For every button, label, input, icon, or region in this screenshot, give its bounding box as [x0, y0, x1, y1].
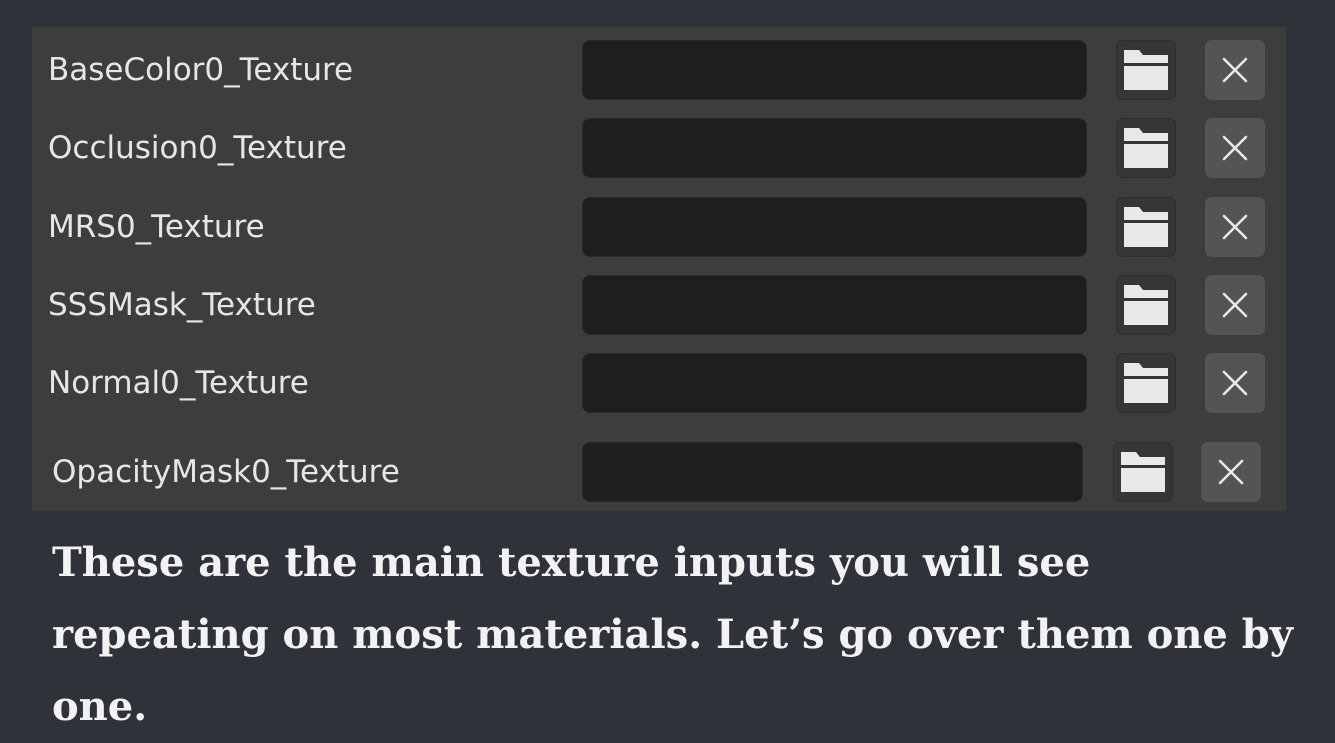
texture-path-field[interactable]: [582, 353, 1087, 413]
texture-label: Occlusion0_Texture: [48, 130, 347, 166]
close-icon: [1218, 459, 1244, 485]
texture-label: Normal0_Texture: [48, 365, 309, 401]
folder-icon: [1124, 363, 1168, 403]
texture-row-basecolor: BaseColor0_Texture: [32, 40, 1286, 100]
caption-text: These are the main texture inputs you wi…: [52, 539, 1294, 730]
texture-label: OpacityMask0_Texture: [52, 454, 400, 490]
texture-path-field[interactable]: [582, 442, 1083, 502]
texture-inputs-panel: BaseColor0_Texture Occlusion0_Texture MR…: [32, 27, 1286, 511]
texture-path-field[interactable]: [582, 197, 1087, 257]
clear-texture-button[interactable]: [1205, 275, 1265, 335]
texture-label: SSSMask_Texture: [48, 287, 316, 323]
texture-path-field[interactable]: [582, 40, 1087, 100]
texture-row-opacitymask: OpacityMask0_Texture: [32, 442, 1286, 502]
folder-icon: [1124, 207, 1168, 247]
browse-texture-button[interactable]: [1116, 40, 1176, 100]
texture-path-field[interactable]: [582, 275, 1087, 335]
clear-texture-button[interactable]: [1205, 118, 1265, 178]
browse-texture-button[interactable]: [1116, 353, 1176, 413]
browse-texture-button[interactable]: [1116, 275, 1176, 335]
clear-texture-button[interactable]: [1205, 40, 1265, 100]
folder-icon: [1121, 452, 1165, 492]
browse-texture-button[interactable]: [1116, 197, 1176, 257]
close-icon: [1222, 57, 1248, 83]
close-icon: [1222, 214, 1248, 240]
texture-label: MRS0_Texture: [48, 209, 265, 245]
texture-path-field[interactable]: [582, 118, 1087, 178]
texture-row-sssmask: SSSMask_Texture: [32, 275, 1286, 335]
folder-icon: [1124, 50, 1168, 90]
texture-row-mrs: MRS0_Texture: [32, 197, 1286, 257]
close-icon: [1222, 370, 1248, 396]
texture-row-normal: Normal0_Texture: [32, 353, 1286, 413]
texture-row-occlusion: Occlusion0_Texture: [32, 118, 1286, 178]
folder-icon: [1124, 285, 1168, 325]
folder-icon: [1124, 128, 1168, 168]
close-icon: [1222, 292, 1248, 318]
close-icon: [1222, 135, 1248, 161]
clear-texture-button[interactable]: [1201, 442, 1261, 502]
browse-texture-button[interactable]: [1116, 118, 1176, 178]
texture-label: BaseColor0_Texture: [48, 52, 354, 88]
clear-texture-button[interactable]: [1205, 353, 1265, 413]
clear-texture-button[interactable]: [1205, 197, 1265, 257]
browse-texture-button[interactable]: [1113, 442, 1173, 502]
